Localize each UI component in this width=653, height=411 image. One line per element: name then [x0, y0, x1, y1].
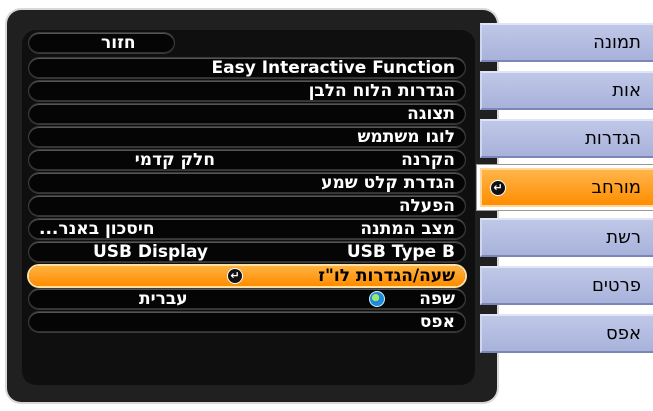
settings-menu-panel: חזור Easy Interactive Function הגדרות הל…: [7, 10, 497, 402]
tab-label: מורחב: [591, 177, 641, 198]
menu-item-label: אפס: [419, 312, 455, 332]
menu-item-standby-mode[interactable]: מצב המתנה חיסכון באנר...: [29, 218, 465, 240]
menu-item-label: תצוגה: [407, 104, 455, 124]
back-item[interactable]: חזור: [29, 32, 465, 54]
back-label: חזור: [101, 33, 136, 53]
menu-item-label: מצב המתנה: [360, 219, 455, 239]
tab-label: רשת: [606, 227, 641, 248]
menu-item-pill: [29, 312, 465, 332]
tab-network[interactable]: רשת: [480, 218, 653, 257]
menu-item-label: הגדרת קלט שמע: [321, 173, 455, 193]
menu-item-audio-input[interactable]: הגדרת קלט שמע: [29, 172, 465, 194]
menu-item-whiteboard-settings[interactable]: הגדרות הלוח הלבן: [29, 80, 465, 102]
menu-item-value: USB Display: [93, 242, 209, 262]
globe-icon: [369, 291, 385, 307]
enter-icon: ↵: [490, 180, 506, 196]
enter-icon: ↵: [227, 268, 243, 284]
menu-item-display[interactable]: תצוגה: [29, 103, 465, 125]
tab-information[interactable]: פרטים: [480, 266, 653, 305]
menu-item-label: הפעלה: [398, 196, 455, 216]
menu-item-pill: [29, 150, 465, 170]
menu-item-label: USB Type B: [346, 242, 455, 262]
tab-signal[interactable]: אות: [480, 71, 653, 110]
tab-label: תמונה: [593, 32, 641, 53]
tab-label: אות: [612, 80, 641, 101]
menu-item-value: חיסכון באנר...: [39, 219, 155, 239]
menu-item-operation[interactable]: הפעלה: [29, 195, 465, 217]
menu-item-label: הקרנה: [401, 150, 455, 170]
menu-item-pill: [29, 104, 465, 124]
menu-item-projection[interactable]: הקרנה חלק קדמי: [29, 149, 465, 171]
menu-item-label: Easy Interactive Function: [211, 58, 456, 78]
tab-extended[interactable]: ↵ מורחב: [480, 168, 653, 207]
menu-item-usb-type-b[interactable]: USB Type B USB Display: [29, 241, 465, 263]
tab-reset[interactable]: אפס: [480, 314, 653, 353]
menu-item-label: הגדרות הלוח הלבן: [308, 81, 455, 101]
menu-item-label: שעה/הגדרות לו"ז: [318, 266, 455, 286]
tab-label: הגדרות: [585, 128, 641, 149]
menu-item-pill: [29, 289, 465, 309]
menu-item-label: שפה: [419, 289, 455, 309]
menu-item-reset[interactable]: אפס: [29, 311, 465, 333]
menu-item-language[interactable]: שפה עברית: [29, 288, 465, 310]
menu-item-date-time[interactable]: ↵ שעה/הגדרות לו"ז: [29, 265, 465, 287]
menu-item-value: חלק קדמי: [134, 150, 215, 170]
menu-item-label: לוגו משתמש: [357, 127, 455, 147]
menu-item-value: עברית: [139, 289, 188, 309]
tab-label: אפס: [606, 323, 641, 344]
tab-settings[interactable]: הגדרות: [480, 119, 653, 158]
tab-label: פרטים: [591, 275, 641, 296]
menu-item-user-logo[interactable]: לוגו משתמש: [29, 126, 465, 148]
menu-item-easy-interactive[interactable]: Easy Interactive Function: [29, 57, 465, 79]
tab-image[interactable]: תמונה: [480, 23, 653, 62]
